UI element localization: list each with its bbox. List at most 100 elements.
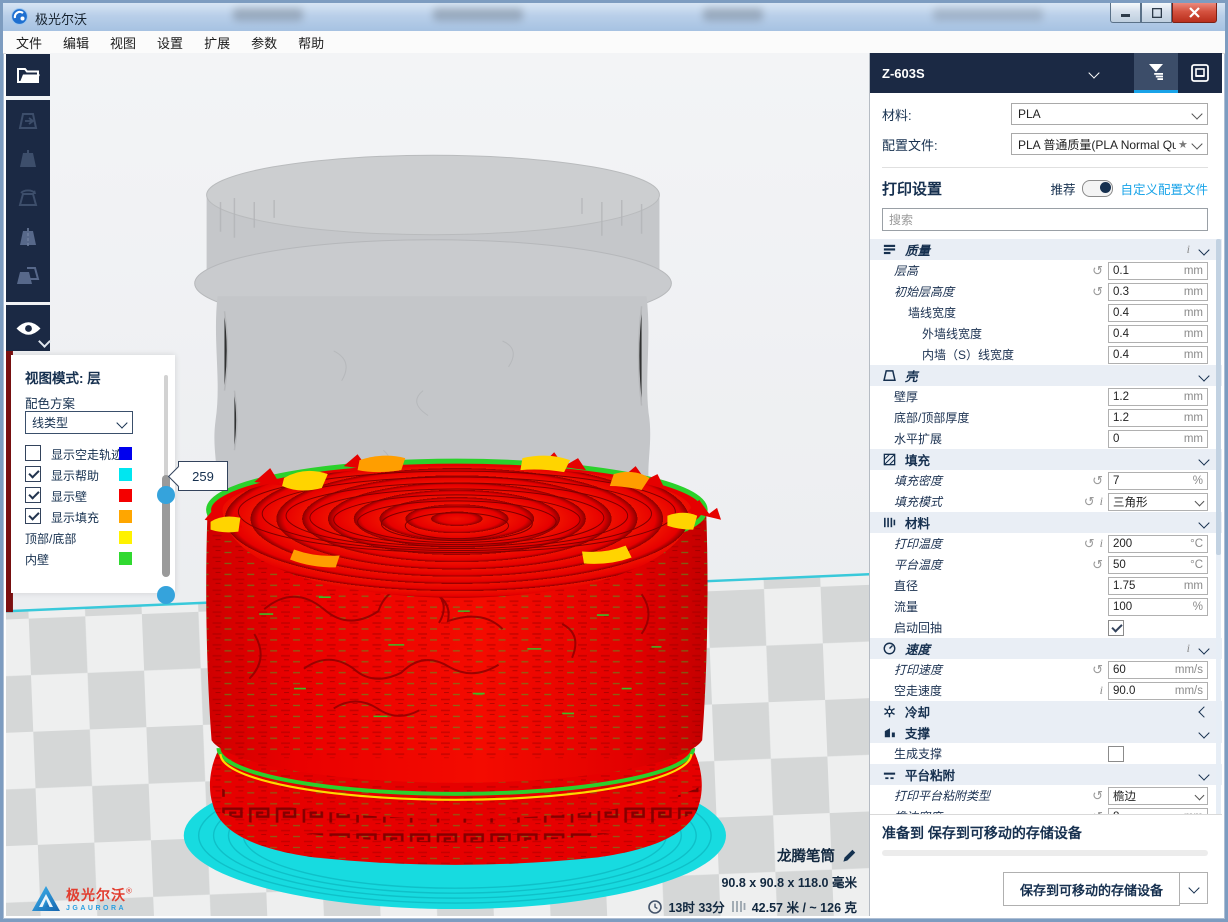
legend-item: 显示空走轨迹 [11, 443, 175, 464]
scale-tool-icon[interactable] [15, 147, 41, 173]
layer-slider-track[interactable] [164, 375, 168, 477]
setting-checkbox[interactable] [1108, 620, 1124, 636]
settings-section-header[interactable]: 支撑 [870, 722, 1222, 743]
setting-value: 0 [1113, 433, 1119, 445]
slice-progress-bar [882, 850, 1208, 856]
viewport-3d[interactable]: 视图模式: 层 配色方案 线类型 显示空走轨迹显示帮助显示壁显示填充顶部/底部内… [6, 53, 869, 916]
tool-group [6, 100, 50, 302]
ghost-model[interactable] [195, 155, 672, 488]
legend-checkbox[interactable] [25, 466, 41, 482]
settings-section-header[interactable]: 填充 [870, 449, 1222, 470]
settings-section-header[interactable]: 冷却 [870, 701, 1222, 722]
reset-icon[interactable]: ↺ [1092, 558, 1103, 571]
setting-value-input[interactable]: 0.4mm [1108, 304, 1208, 322]
info-icon[interactable]: i [1100, 494, 1103, 509]
color-scheme-select[interactable]: 线类型 [25, 411, 133, 434]
model-info: 龙腾笔筒 90.8 x 90.8 x 118.0 毫米 13时 33分 42.5… [648, 845, 857, 916]
info-icon[interactable]: i [1187, 641, 1190, 656]
setting-value-input[interactable]: 1.2mm [1108, 409, 1208, 427]
per-model-settings-icon[interactable] [15, 264, 41, 290]
setting-value-input[interactable]: 50°C [1108, 556, 1208, 574]
settings-search-input[interactable]: 搜索 [882, 208, 1208, 231]
checkbox-slot [1108, 620, 1208, 636]
menu-item-5[interactable]: 扩展 [204, 33, 230, 52]
setting-row: 流量100% [870, 596, 1222, 617]
menu-item-7[interactable]: 帮助 [298, 33, 324, 52]
reset-icon[interactable]: ↺ [1092, 264, 1103, 277]
tab-monitor[interactable] [1178, 53, 1222, 93]
search-placeholder: 搜索 [889, 211, 913, 228]
machine-chevron-icon[interactable] [1088, 67, 1099, 78]
info-icon[interactable]: i [1100, 536, 1103, 551]
color-swatch [119, 510, 132, 523]
mirror-tool-icon[interactable] [15, 225, 41, 251]
save-options-chevron[interactable] [1180, 872, 1208, 904]
reset-icon[interactable]: ↺ [1084, 537, 1095, 550]
save-to-removable-button[interactable]: 保存到可移动的存储设备 [1003, 872, 1180, 906]
setting-label: 水平扩展 [882, 430, 942, 447]
setting-value-input[interactable]: 7% [1108, 472, 1208, 490]
layer-slider[interactable] [159, 375, 173, 587]
settings-section-header[interactable]: 材料 [870, 512, 1222, 533]
settings-section-header[interactable]: 速度 i [870, 638, 1222, 659]
setting-value-input[interactable]: 0.3mm [1108, 283, 1208, 301]
setting-value-input[interactable]: 200°C [1108, 535, 1208, 553]
minimize-button[interactable] [1110, 3, 1141, 23]
menu-item-2[interactable]: 编辑 [63, 33, 89, 52]
setting-value-input[interactable]: 90.0mm/s [1108, 682, 1208, 700]
color-swatch [119, 468, 132, 481]
reset-icon[interactable]: ↺ [1092, 663, 1103, 676]
menu-item-1[interactable]: 文件 [16, 33, 42, 52]
edit-pencil-icon[interactable] [842, 848, 857, 863]
machine-selector[interactable]: Z-603S [882, 66, 925, 81]
legend-checkbox[interactable] [25, 445, 41, 461]
sliced-model[interactable] [195, 452, 721, 872]
setting-value-input[interactable]: 0mm [1108, 430, 1208, 448]
info-icon[interactable]: i [1100, 683, 1103, 698]
section-label: 速度 [905, 639, 930, 658]
menu-item-3[interactable]: 视图 [110, 33, 136, 52]
setting-value-input[interactable]: 0.4mm [1108, 325, 1208, 343]
setting-value-input[interactable]: 60mm/s [1108, 661, 1208, 679]
setting-value-input[interactable]: 1.2mm [1108, 388, 1208, 406]
tab-prepare-slice[interactable] [1134, 53, 1178, 93]
settings-section-header[interactable]: 平台粘附 [870, 764, 1222, 785]
settings-scrollbar[interactable] [1216, 239, 1221, 814]
custom-profiles-link[interactable]: 自定义配置文件 [1120, 179, 1208, 198]
setting-value-input[interactable]: 0.1mm [1108, 262, 1208, 280]
rotate-tool-icon[interactable] [15, 186, 41, 212]
layer-slider-handle-top[interactable] [157, 486, 175, 504]
setting-unit: mm [1184, 391, 1203, 403]
scrollbar-thumb[interactable] [1216, 239, 1221, 555]
reset-icon[interactable]: ↺ [1092, 789, 1103, 802]
close-button[interactable] [1172, 3, 1217, 23]
reset-icon[interactable]: ↺ [1092, 810, 1103, 814]
info-icon[interactable]: i [1187, 242, 1190, 257]
layer-slider-handle-bottom[interactable] [157, 586, 175, 604]
legend-checkbox[interactable] [25, 487, 41, 503]
reset-icon[interactable]: ↺ [1092, 285, 1103, 298]
legend-checkbox[interactable] [25, 508, 41, 524]
setting-select[interactable]: 檐边 [1108, 787, 1208, 805]
menu-item-4[interactable]: 设置 [157, 33, 183, 52]
recommended-custom-toggle[interactable] [1082, 180, 1113, 197]
setting-value-input[interactable]: 100% [1108, 598, 1208, 616]
section-header-tail [1200, 456, 1208, 464]
reset-icon[interactable]: ↺ [1092, 474, 1103, 487]
move-tool-icon[interactable] [15, 108, 41, 134]
settings-section-header[interactable]: 壳 [870, 365, 1222, 386]
setting-value-input[interactable]: 0.4mm [1108, 346, 1208, 364]
model-name: 龙腾笔筒 [777, 845, 835, 866]
settings-section-header[interactable]: 质量i [870, 239, 1222, 260]
material-select[interactable]: PLA [1011, 103, 1208, 125]
profile-select[interactable]: PLA 普通质量(PLA Normal Qua ★ [1011, 133, 1208, 155]
reset-icon[interactable]: ↺ [1084, 495, 1095, 508]
setting-value-input[interactable]: 8mm [1108, 808, 1208, 815]
menu-item-6[interactable]: 参数 [251, 33, 277, 52]
open-file-button[interactable] [6, 54, 50, 96]
setting-value-input[interactable]: 1.75mm [1108, 577, 1208, 595]
setting-checkbox[interactable] [1108, 746, 1124, 762]
setting-select[interactable]: 三角形 [1108, 493, 1208, 511]
star-icon: ★ [1178, 138, 1188, 151]
maximize-button[interactable] [1141, 3, 1172, 23]
